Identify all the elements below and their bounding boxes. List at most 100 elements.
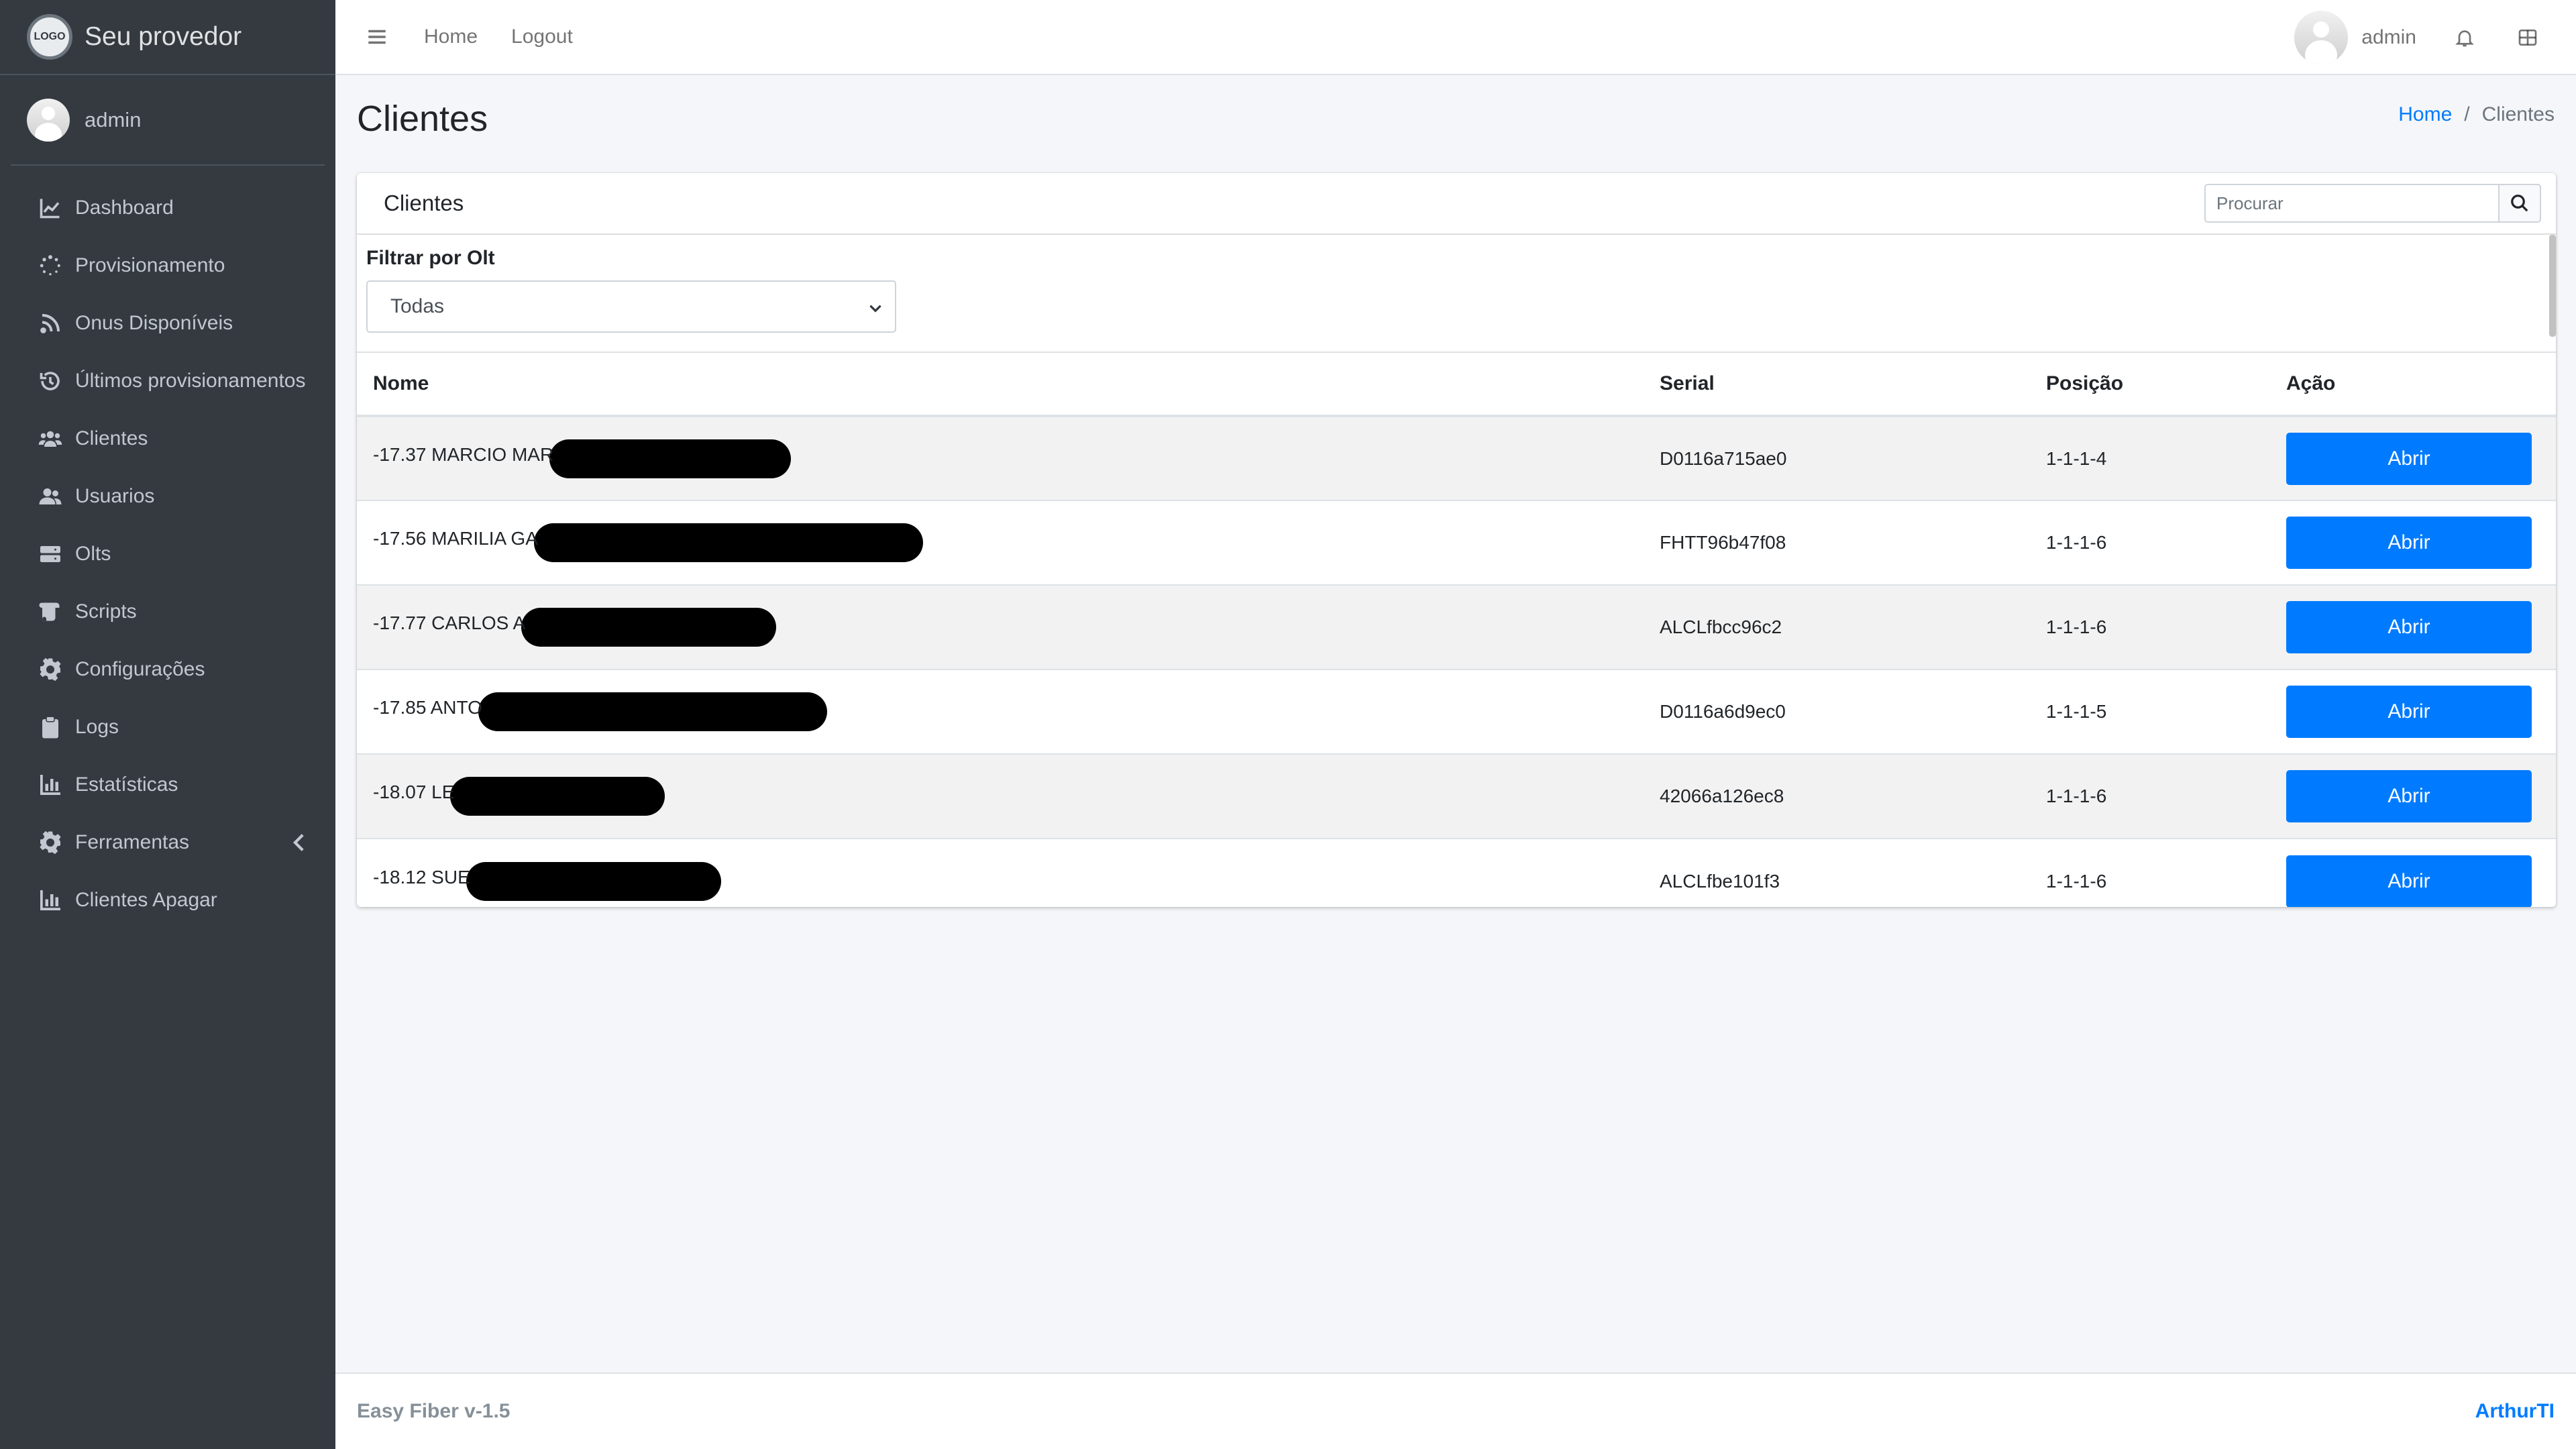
scrollbar-thumb[interactable] (2549, 235, 2556, 337)
sidebar-item-configuracoes[interactable]: Configurações (0, 641, 335, 698)
cell-acao: Abrir (2270, 415, 2556, 500)
sidebar-item-label: Clientes (75, 427, 148, 449)
sidebar-item-olts[interactable]: Olts (0, 525, 335, 583)
breadcrumb-current: Clientes (2481, 103, 2555, 125)
sidebar-item-dashboard[interactable]: Dashboard (0, 179, 335, 237)
cell-posicao: 1-1-1-4 (2030, 415, 2270, 500)
sidebar-user-name[interactable]: admin (85, 108, 141, 132)
cell-serial: ALCLfbcc96c2 (1644, 584, 2030, 669)
table-row: -17.85 ANTO D0116a6d9ec0 1-1-1-5 Abrir (357, 669, 2556, 754)
brand-logo-text: LOGO (34, 31, 66, 42)
cell-posicao: 1-1-1-6 (2030, 500, 2270, 585)
chevron-down-icon (869, 305, 881, 313)
history-icon (38, 368, 63, 394)
olt-filter-select[interactable]: Todas (366, 280, 896, 333)
bell-icon[interactable] (2450, 23, 2479, 52)
sidebar-item-label: Usuarios (75, 485, 155, 507)
users-icon (38, 426, 63, 451)
cell-nome: -18.12 SUE (357, 838, 1644, 907)
nav-logout-link[interactable]: Logout (511, 25, 573, 48)
sidebar-item-label: Estatísticas (75, 773, 178, 796)
clients-table: Nome Serial Posição Ação -17.37 MARCIO M… (357, 353, 2556, 907)
redaction-mark (450, 777, 665, 816)
client-name: -17.77 CARLOS A (373, 612, 526, 633)
client-name: -18.12 SUE (373, 866, 470, 888)
sidebar-item-usuarios[interactable]: Usuarios (0, 468, 335, 525)
rss-icon (38, 311, 63, 336)
footer-author-link[interactable]: ArthurTI (2475, 1400, 2555, 1423)
brand-name: Seu provedor (85, 22, 242, 51)
hamburger-icon[interactable] (364, 23, 390, 50)
search-button[interactable] (2498, 184, 2541, 223)
cell-serial: 42066a126ec8 (1644, 753, 2030, 839)
redaction-mark (466, 861, 721, 901)
redaction-mark (533, 523, 923, 562)
abrir-button[interactable]: Abrir (2286, 432, 2532, 485)
footer-version: Easy Fiber v-1.5 (357, 1400, 511, 1422)
sidebar-item-label: Ferramentas (75, 831, 190, 853)
cell-posicao: 1-1-1-6 (2030, 838, 2270, 907)
user-friends-icon (38, 484, 63, 509)
user-panel[interactable]: admin (11, 75, 325, 166)
redaction-mark (521, 608, 777, 647)
table-row: -18.12 SUE ALCLfbe101f3 1-1-1-6 Abrir (357, 838, 2556, 907)
grid-icon[interactable] (2513, 23, 2542, 52)
cell-serial: FHTT96b47f08 (1644, 500, 2030, 585)
sidebar-item-estatisticas[interactable]: Estatísticas (0, 756, 335, 814)
cell-acao: Abrir (2270, 500, 2556, 585)
table-row: -17.77 CARLOS A ALCLfbcc96c2 1-1-1-6 Abr… (357, 584, 2556, 669)
cell-nome: -17.85 ANTO (357, 669, 1644, 754)
brand-link[interactable]: LOGO Seu provedor (0, 0, 335, 75)
navbar-avatar[interactable] (2294, 11, 2349, 64)
sidebar-item-clientes-apagar[interactable]: Clientes Apagar (0, 871, 335, 929)
client-name: -17.85 ANTO (373, 697, 482, 718)
redaction-mark (549, 439, 792, 478)
cell-acao: Abrir (2270, 669, 2556, 754)
sidebar-item-ferramentas[interactable]: Ferramentas (0, 814, 335, 871)
sidebar-item-logs[interactable]: Logs (0, 698, 335, 756)
redaction-mark (478, 692, 827, 731)
search-icon (2511, 195, 2528, 212)
table-header-row: Nome Serial Posição Ação (357, 353, 2556, 417)
cell-serial: ALCLfbe101f3 (1644, 838, 2030, 907)
sidebar-nav: Dashboard Provisionamento Onus Disponíve… (0, 166, 335, 929)
column-header-serial[interactable]: Serial (1644, 353, 2030, 417)
breadcrumb-home[interactable]: Home (2398, 103, 2452, 126)
cell-nome: -17.37 MARCIO MAR (357, 415, 1644, 500)
top-navbar: Home Logout admin (335, 0, 2576, 75)
search-input[interactable] (2204, 184, 2498, 223)
client-name: -17.37 MARCIO MAR (373, 443, 554, 465)
cell-serial: D0116a6d9ec0 (1644, 669, 2030, 754)
column-header-posicao[interactable]: Posição (2030, 353, 2270, 417)
table-row: -17.56 MARILIA GA FHTT96b47f08 1-1-1-6 A… (357, 500, 2556, 585)
chart-line-icon (38, 195, 63, 221)
sidebar-item-onus-disponiveis[interactable]: Onus Disponíveis (0, 294, 335, 352)
abrir-button[interactable]: Abrir (2286, 601, 2532, 653)
sidebar-item-ultimos-provisionamentos[interactable]: Últimos provisionamentos (0, 352, 335, 410)
nav-home-link[interactable]: Home (424, 25, 478, 48)
abrir-button[interactable]: Abrir (2286, 686, 2532, 738)
cell-acao: Abrir (2270, 838, 2556, 907)
main-footer: Easy Fiber v-1.5 ArthurTI (335, 1373, 2576, 1449)
navbar-user-name[interactable]: admin (2361, 26, 2416, 49)
sidebar-item-clientes[interactable]: Clientes (0, 410, 335, 468)
cell-posicao: 1-1-1-6 (2030, 584, 2270, 669)
cog-icon (38, 657, 63, 682)
sidebar-item-provisionamento[interactable]: Provisionamento (0, 237, 335, 294)
user-avatar (27, 98, 70, 142)
abrir-button[interactable]: Abrir (2286, 770, 2532, 822)
abrir-button[interactable]: Abrir (2286, 517, 2532, 569)
scroll-icon (38, 599, 63, 625)
sidebar-item-label: Clientes Apagar (75, 889, 217, 911)
clipboard-icon (38, 714, 63, 740)
sidebar-item-label: Onus Disponíveis (75, 312, 233, 334)
sidebar-item-scripts[interactable]: Scripts (0, 583, 335, 641)
filter-label: Filtrar por Olt (366, 247, 495, 269)
chevron-left-icon[interactable] (288, 831, 311, 854)
column-header-nome[interactable]: Nome (357, 353, 1644, 417)
abrir-button[interactable]: Abrir (2286, 855, 2532, 907)
breadcrumb-separator: / (2464, 103, 2470, 125)
card-header: Clientes (357, 173, 2556, 235)
filter-area: Filtrar por Olt Todas (357, 235, 2556, 353)
table-row: -17.37 MARCIO MAR D0116a715ae0 1-1-1-4 A… (357, 415, 2556, 500)
